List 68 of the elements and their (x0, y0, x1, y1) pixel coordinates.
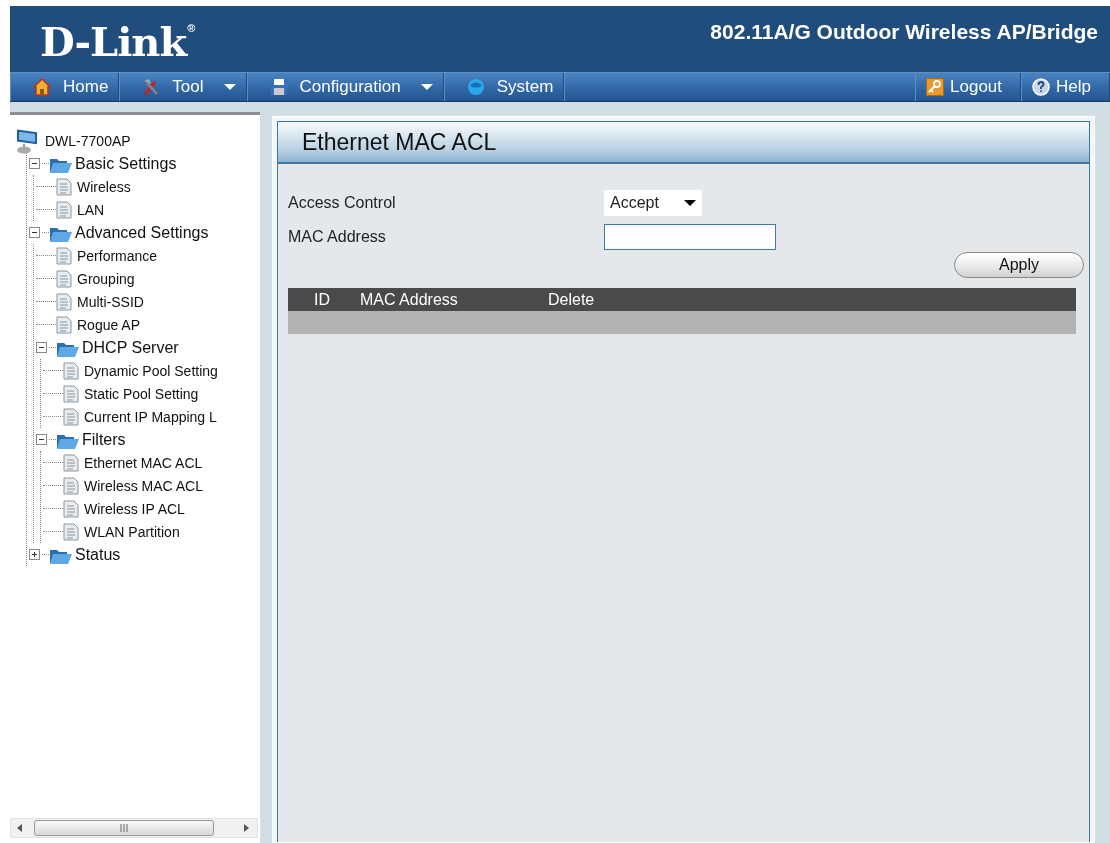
page-icon (56, 315, 72, 334)
panel-title: Ethernet MAC ACL (278, 122, 1089, 164)
nav-menu-item[interactable]: Logout (915, 73, 1022, 101)
tree-item[interactable]: Current IP Mapping L (84, 408, 217, 425)
expand-toggle-icon[interactable] (29, 549, 40, 560)
nav-menu-item[interactable]: System (443, 73, 565, 101)
page-icon (63, 361, 79, 380)
page-icon (56, 177, 72, 196)
page-icon (63, 476, 79, 495)
tree-item[interactable]: DWL-7700AP (45, 132, 131, 149)
tree-item[interactable]: LAN (77, 201, 105, 218)
tree-item[interactable]: WLAN Partition (84, 523, 180, 540)
collapse-toggle-icon[interactable] (36, 434, 47, 445)
tree-item[interactable]: Wireless MAC ACL (84, 477, 204, 494)
tree-item[interactable]: Multi-SSID (77, 293, 144, 310)
tree-item[interactable]: Wireless (77, 178, 131, 195)
dropdown[interactable]: Accept (604, 190, 702, 216)
column-header: ID (314, 290, 330, 308)
field-label: MAC Address (288, 228, 387, 246)
page-icon (63, 522, 79, 541)
scroll-left-icon (17, 824, 22, 832)
input-field[interactable] (604, 224, 776, 250)
field-label: Access Control (288, 194, 397, 212)
caret-icon (420, 83, 433, 91)
collapse-toggle-icon[interactable] (36, 342, 47, 353)
computer-icon (14, 127, 40, 154)
apply-button[interactable]: Apply (954, 252, 1084, 278)
registered-mark: ® (187, 22, 195, 34)
nav-menu-item[interactable]: Configuration (246, 73, 444, 101)
caret-icon (684, 199, 696, 207)
nav-menu-item[interactable]: Tool (119, 73, 247, 101)
page-icon (63, 407, 79, 426)
page-icon (56, 292, 72, 311)
page-icon (63, 384, 79, 403)
tree-item[interactable]: Dynamic Pool Setting (84, 362, 218, 379)
tree-item[interactable]: DHCP Server (82, 338, 179, 357)
column-header: MAC Address (360, 290, 458, 308)
tree-item[interactable]: Status (75, 545, 121, 564)
tree-item[interactable]: Advanced Settings (75, 223, 209, 242)
tree-item[interactable]: Ethernet MAC ACL (84, 454, 203, 471)
nav-menu-item[interactable]: Home (10, 73, 120, 101)
tree-item[interactable]: Performance (77, 247, 158, 264)
collapse-toggle-icon[interactable] (29, 227, 40, 238)
horizontal-scrollbar[interactable] (10, 818, 258, 838)
page-icon (56, 269, 72, 288)
help-icon (1032, 78, 1051, 96)
tools-icon (142, 78, 161, 96)
tree-item[interactable]: Filters (82, 430, 126, 449)
grip-icon (119, 824, 129, 832)
home-icon (33, 78, 51, 96)
scroll-right-icon (244, 824, 249, 832)
page-icon (56, 200, 72, 219)
key-icon (926, 78, 945, 96)
tree-item[interactable]: Static Pool Setting (84, 385, 199, 402)
page-icon (63, 453, 79, 472)
column-header: Delete (548, 290, 595, 308)
globe-icon (466, 78, 485, 96)
collapse-toggle-icon[interactable] (29, 158, 40, 169)
tree-item[interactable]: Basic Settings (75, 154, 177, 173)
nav-menu-item[interactable]: Help (1021, 73, 1110, 101)
tree-item[interactable]: Grouping (77, 270, 135, 287)
page-icon (63, 499, 79, 518)
tree-item[interactable]: Rogue AP (77, 316, 141, 333)
caret-icon (223, 83, 236, 91)
tree-item[interactable]: Wireless IP ACL (84, 500, 185, 517)
logo[interactable]: D-Link (40, 18, 187, 65)
product-title: 802.11A/G Outdoor Wireless AP/Bridge (710, 20, 1098, 44)
page-icon (56, 246, 72, 265)
